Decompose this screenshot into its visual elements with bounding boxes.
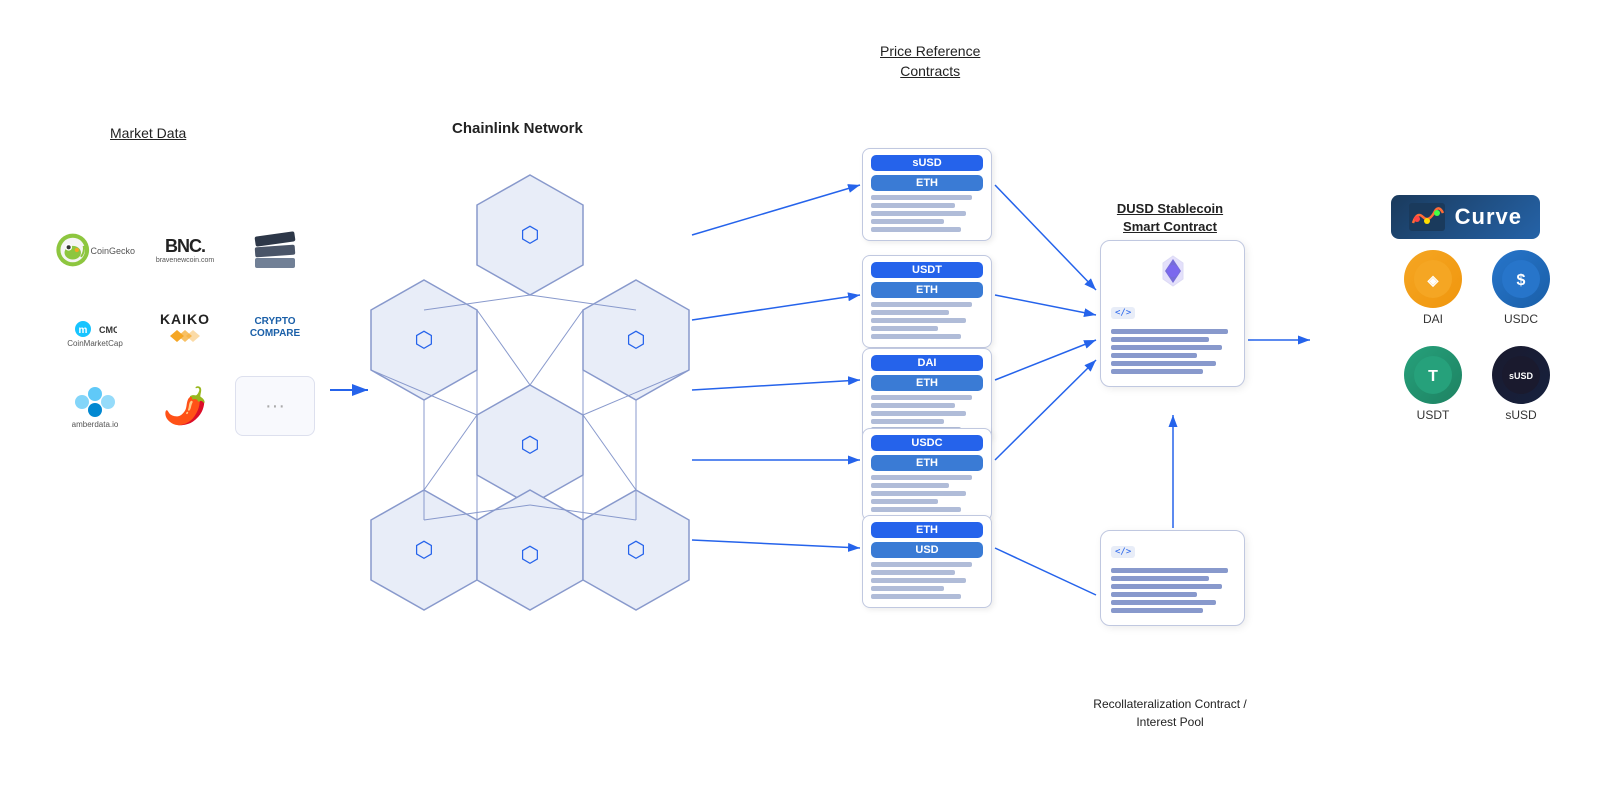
more-dots-box: ··· (235, 376, 315, 436)
susd-label: sUSD (1505, 408, 1536, 422)
badge-dai: DAI (871, 355, 983, 371)
badge-usdt: USDT (871, 262, 983, 278)
logo-chili: 🌶️ (145, 376, 225, 436)
logo-amberdata: amberdata.io (55, 376, 135, 436)
svg-text:m: m (79, 325, 88, 336)
dai-label: DAI (1423, 312, 1443, 326)
svg-text:◈: ◈ (1427, 272, 1440, 288)
svg-text:⬡: ⬡ (520, 432, 539, 457)
token-section: ◈ DAI $ USDC (1404, 250, 1550, 442)
contract-usdc-eth: USDC ETH (862, 428, 992, 521)
contract-susd-eth: sUSD ETH (862, 148, 992, 241)
badge-usdc: USDC (871, 435, 983, 451)
contract-eth-usd: ETH USD (862, 515, 992, 608)
badge-usd: USD (871, 542, 983, 558)
svg-text:⬡: ⬡ (520, 222, 539, 247)
usdc-label: USDC (1504, 312, 1538, 326)
token-susd: sUSD sUSD (1492, 346, 1550, 422)
svg-text:T: T (1428, 368, 1438, 385)
badge-susd: sUSD (871, 155, 983, 171)
logo-bnc: BNC. bravenewcoin.com (145, 220, 225, 280)
svg-text:⬡: ⬡ (414, 537, 433, 562)
recoll-contract-card: </> (1100, 530, 1245, 626)
diagram-container: ⬡ ⬡ ⬡ ⬡ ⬡ ⬡ ⬡ (0, 0, 1600, 801)
recoll-code-tag: </> (1111, 546, 1135, 558)
market-data-section: CoinGecko BNC. bravenewcoin.com m C (55, 220, 315, 436)
logo-stackery (235, 220, 315, 280)
contract-usdt-eth: USDT ETH (862, 255, 992, 348)
usdt-circle: T (1404, 346, 1462, 404)
logo-kaiko: KAIKO (145, 298, 225, 358)
svg-text:⬡: ⬡ (520, 542, 539, 567)
susd-circle: sUSD (1492, 346, 1550, 404)
badge-eth-3: ETH (871, 375, 983, 391)
svg-text:⬡: ⬡ (414, 327, 433, 352)
svg-text:⬡: ⬡ (626, 537, 645, 562)
market-data-label: Market Data (110, 125, 186, 141)
recoll-label: Recollateralization Contract /Interest P… (1060, 695, 1280, 731)
curve-label: Curve (1455, 204, 1522, 230)
svg-text:sUSD: sUSD (1509, 371, 1534, 381)
logo-coingecko: CoinGecko (55, 220, 135, 280)
token-row-1: ◈ DAI $ USDC (1404, 250, 1550, 326)
token-dai: ◈ DAI (1404, 250, 1462, 326)
svg-text:$: $ (1517, 272, 1526, 289)
token-usdt: T USDT (1404, 346, 1462, 422)
badge-eth-2: ETH (871, 282, 983, 298)
badge-eth-4: ETH (871, 455, 983, 471)
svg-text:⬡: ⬡ (626, 327, 645, 352)
dusd-smart-contract-card: </> (1100, 240, 1245, 387)
usdt-label: USDT (1417, 408, 1450, 422)
logo-coinmarketcap: m CMC CoinMarketCap (55, 298, 135, 358)
logo-cryptocompare: CRYPTOCOMPARE (235, 298, 315, 358)
price-ref-label: Price ReferenceContracts (880, 42, 980, 81)
logo-more: ··· (235, 376, 315, 436)
svg-text:CMC: CMC (99, 325, 117, 335)
dusd-label: DUSD StablecoinSmart Contract (1070, 200, 1270, 236)
badge-eth-1: ETH (871, 175, 983, 191)
dai-circle: ◈ (1404, 250, 1462, 308)
token-usdc: $ USDC (1492, 250, 1550, 326)
usdc-circle: $ (1492, 250, 1550, 308)
badge-eth-main: ETH (871, 522, 983, 538)
token-row-2: T USDT sUSD sUSD (1404, 346, 1550, 422)
chainlink-network-label: Chainlink Network (452, 120, 583, 137)
curve-badge: Curve (1391, 195, 1540, 239)
logo-grid: CoinGecko BNC. bravenewcoin.com m C (55, 220, 315, 436)
code-tag: </> (1111, 307, 1135, 319)
